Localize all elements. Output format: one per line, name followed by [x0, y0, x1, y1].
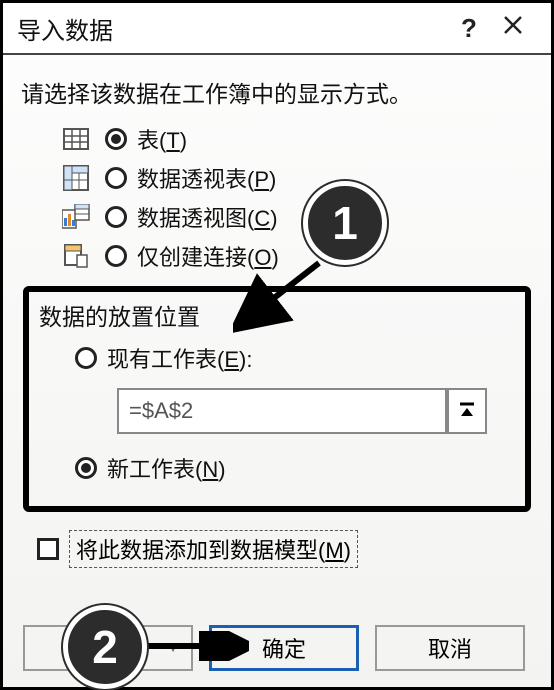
option-pivot-chart-label: 数据透视图(C) — [137, 201, 278, 233]
radio-new-sheet[interactable] — [75, 457, 97, 479]
collapse-dialog-button[interactable] — [447, 388, 487, 434]
close-icon — [503, 15, 523, 35]
cell-reference-row — [117, 388, 487, 434]
radio-table[interactable] — [105, 128, 127, 150]
option-new-sheet[interactable]: 新工作表(N) — [75, 452, 515, 484]
data-model-row[interactable]: 将此数据添加到数据模型(M) — [37, 530, 533, 568]
option-existing-sheet[interactable]: 现有工作表(E): — [75, 342, 515, 374]
annotation-arrow-2 — [139, 631, 249, 661]
dialog-title: 导入数据 — [17, 11, 449, 46]
radio-existing-sheet[interactable] — [75, 347, 97, 369]
collapse-icon — [458, 401, 476, 421]
annotation-badge-1: 1 — [303, 181, 387, 265]
close-button[interactable] — [489, 15, 537, 41]
import-data-dialog: 导入数据 ? 请选择该数据在工作簿中的显示方式。 表(T) — [0, 0, 554, 690]
option-pivot-table-label: 数据透视表(P) — [137, 162, 276, 194]
pivot-chart-icon — [61, 202, 91, 232]
ok-button-label: 确定 — [262, 632, 306, 664]
titlebar: 导入数据 ? — [3, 3, 551, 55]
cell-reference-input[interactable] — [117, 388, 447, 434]
display-prompt: 请选择该数据在工作簿中的显示方式。 — [21, 75, 533, 109]
help-button[interactable]: ? — [449, 13, 489, 44]
option-existing-sheet-label: 现有工作表(E): — [107, 342, 252, 374]
option-pivot-chart[interactable]: 数据透视图(C) — [61, 201, 533, 233]
pivot-table-icon — [61, 163, 91, 193]
cancel-button[interactable]: 取消 — [375, 625, 525, 671]
option-table[interactable]: 表(T) — [61, 123, 533, 155]
option-new-sheet-label: 新工作表(N) — [107, 452, 226, 484]
data-model-checkbox[interactable] — [37, 538, 59, 560]
connection-icon — [61, 241, 91, 271]
table-icon — [61, 124, 91, 154]
option-table-label: 表(T) — [137, 123, 187, 155]
option-pivot-table[interactable]: 数据透视表(P) — [61, 162, 533, 194]
cancel-button-label: 取消 — [428, 632, 472, 664]
data-model-label: 将此数据添加到数据模型(M) — [69, 530, 358, 568]
annotation-badge-2: 2 — [63, 605, 147, 689]
radio-pivot-chart[interactable] — [105, 206, 127, 228]
radio-connection-only[interactable] — [105, 245, 127, 267]
annotation-arrow-1 — [233, 257, 333, 337]
radio-pivot-table[interactable] — [105, 167, 127, 189]
